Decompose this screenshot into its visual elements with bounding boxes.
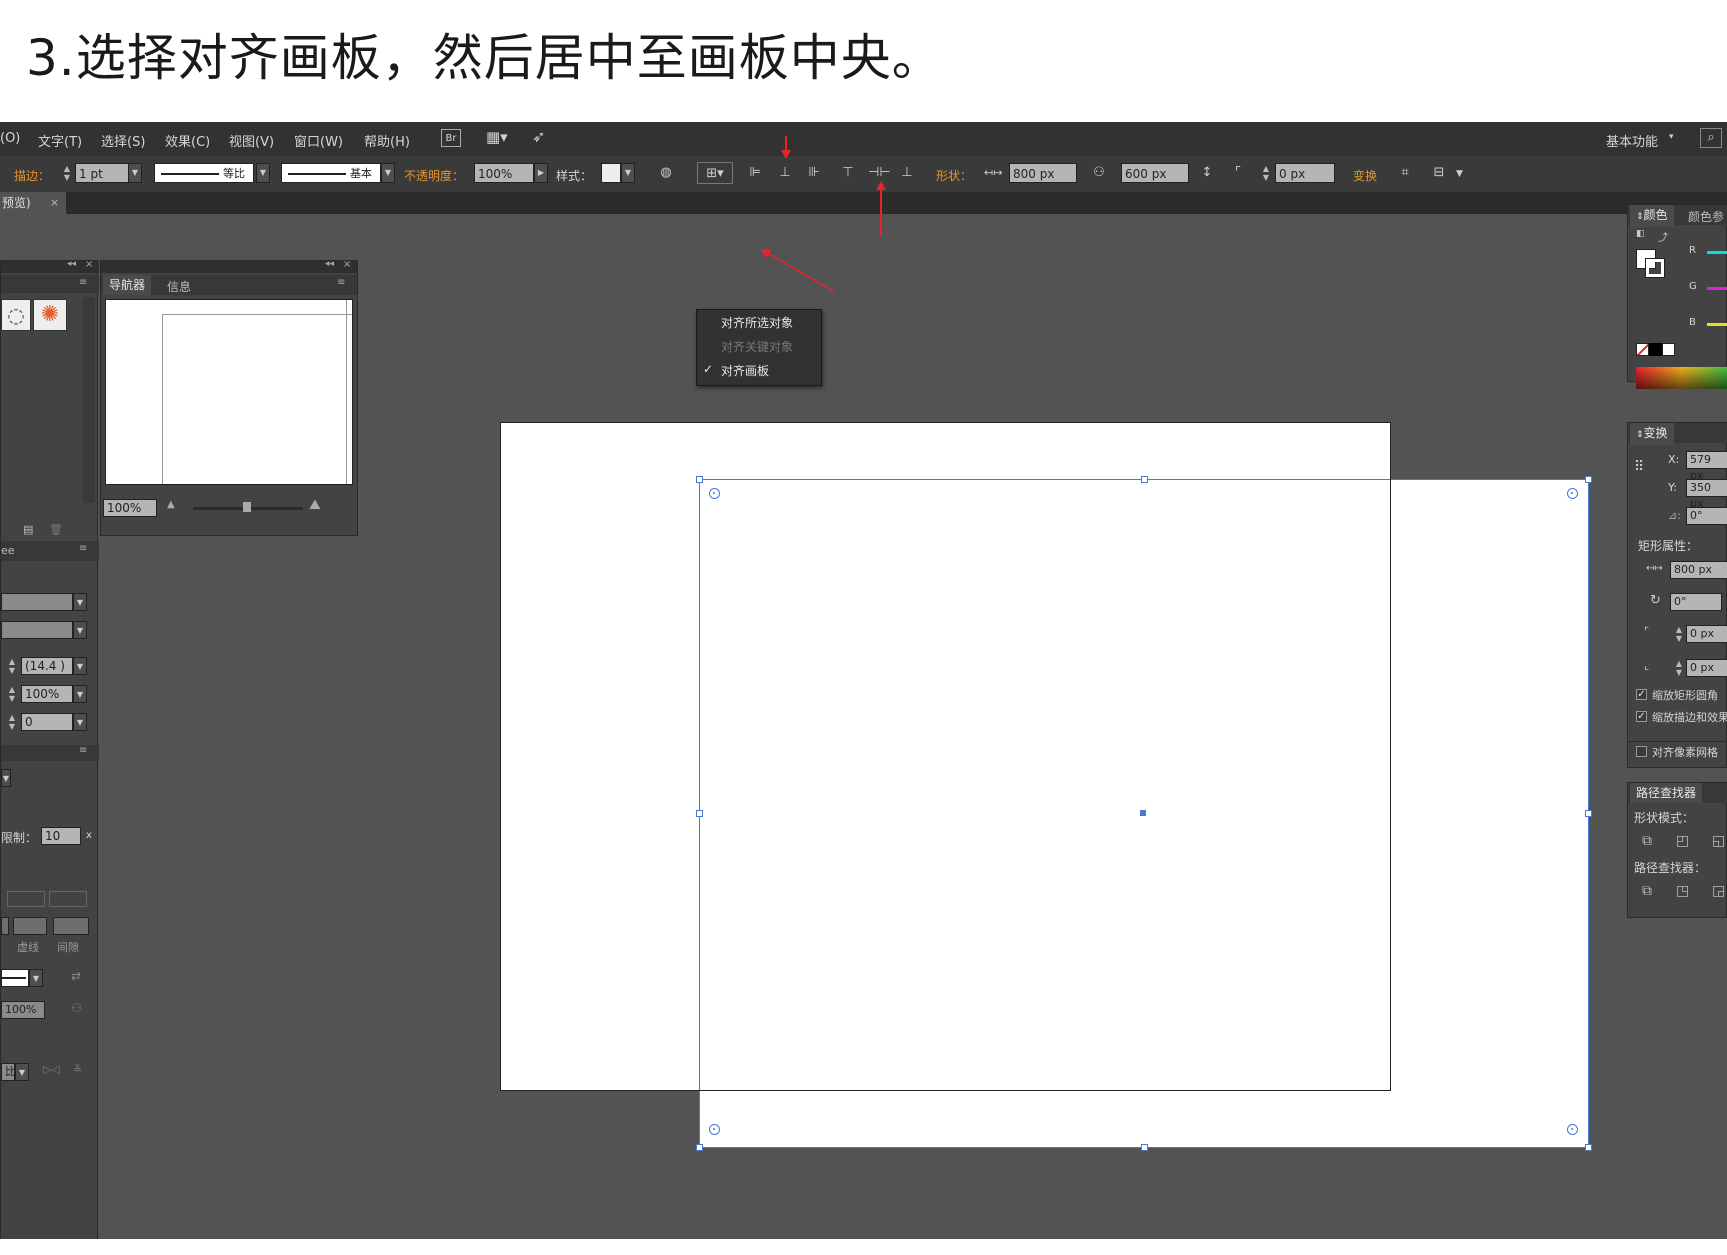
annotation-arrows [760,136,886,293]
annotation-arrow-up [876,181,886,236]
illustrator-window: (O) 文字(T) 选择(S) 效果(C) 视图(V) 窗口(W) 帮助(H) … [0,122,1727,1239]
annotation-arrow-diagonal [760,249,836,293]
instruction-heading: 3.选择对齐画板，然后居中至画板中央。 [26,29,943,87]
annotation-arrow-down [781,136,791,159]
